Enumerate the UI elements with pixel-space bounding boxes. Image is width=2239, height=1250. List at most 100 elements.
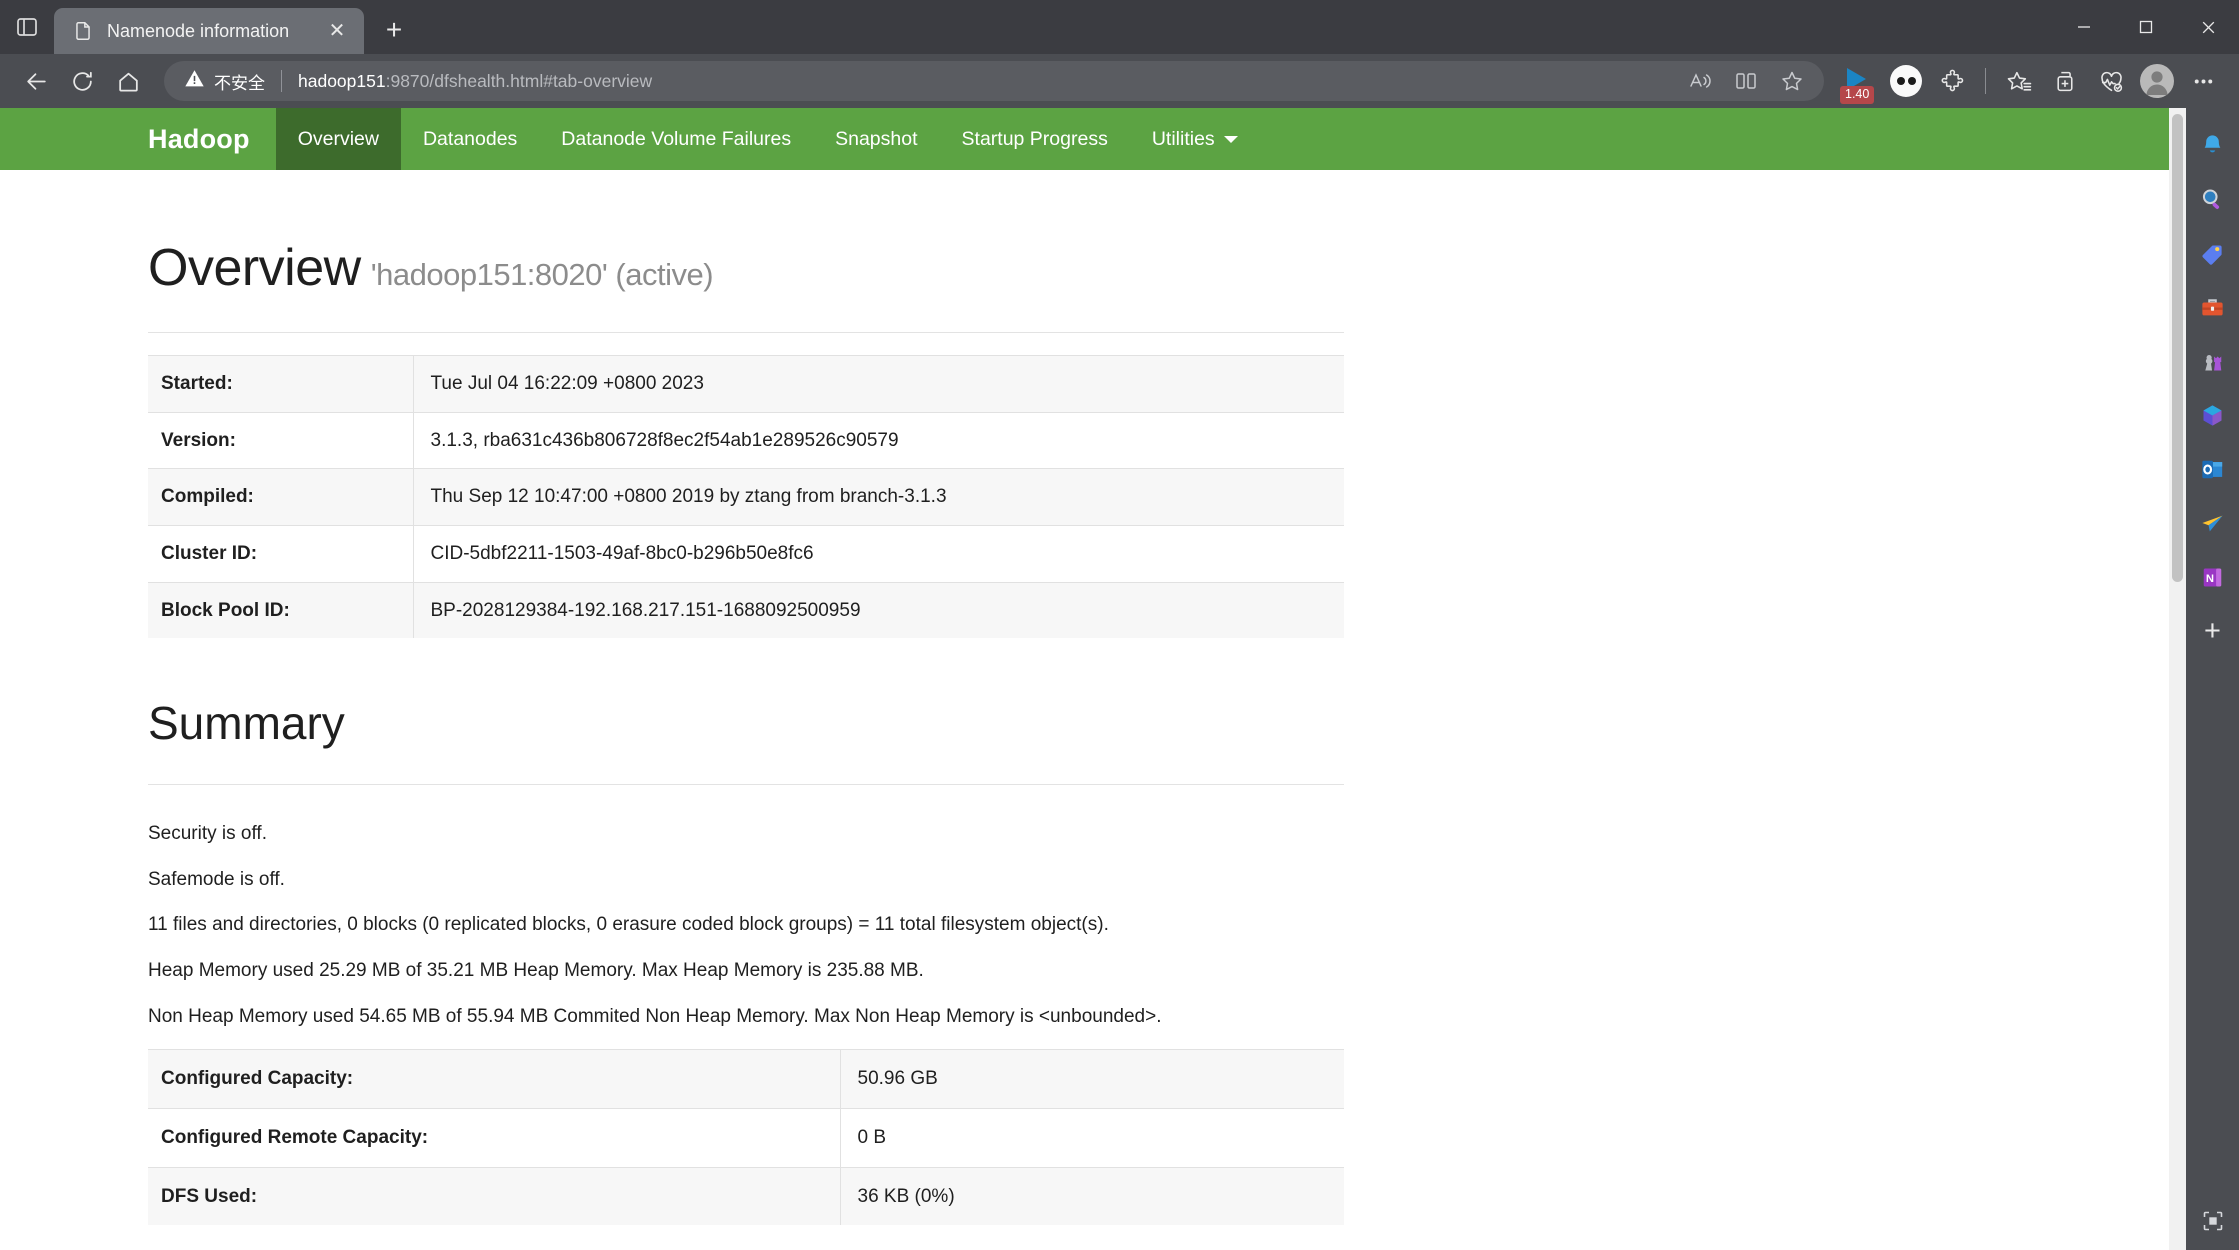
overview-subtitle: 'hadoop151:8020' (active) [370,257,714,292]
avatar [2140,64,2174,98]
nav-item-startup-progress[interactable]: Startup Progress [940,108,1130,170]
close-icon[interactable]: ✕ [322,16,352,46]
media-badge: 1.40 [1840,86,1875,104]
overview-table: Started: Tue Jul 04 16:22:09 +0800 2023 … [148,355,1344,639]
media-play-icon[interactable]: 1.40 [1838,59,1882,104]
summary-lines: Security is off. Safemode is off. 11 fil… [148,821,2186,1029]
onenote-icon[interactable]: N [2192,556,2234,598]
hadoop-navbar: Hadoop Overview Datanodes Datanode Volum… [0,108,2186,170]
back-arrow-icon[interactable] [14,59,58,103]
row-value: BP-2028129384-192.168.217.151-1688092500… [412,581,1344,639]
puzzle-piece-icon[interactable] [1930,59,1974,103]
row-key: Started: [148,355,413,413]
security-label: 不安全 [214,73,265,93]
table-row: Version: 3.1.3, rba631c436b806728f8ec2f5… [148,411,1344,469]
row-value: Thu Sep 12 10:47:00 +0800 2019 by ztang … [412,468,1344,526]
table-row: Cluster ID: CID-5dbf2211-1503-49af-8bc0-… [148,524,1344,583]
summary-line: Safemode is off. [148,868,285,890]
row-value: 50.96 GB [839,1049,1344,1109]
notifications-bell-icon[interactable] [2192,124,2234,166]
edge-sidebar: N + [2186,108,2239,1250]
collections-star-icon[interactable] [1997,59,2041,103]
toolbar-divider [1985,68,1986,94]
page-scrollbar[interactable] [2169,108,2186,1250]
row-value: CID-5dbf2211-1503-49af-8bc0-b296b50e8fc6 [412,524,1344,583]
shopping-tag-icon[interactable] [2192,232,2234,274]
row-key: Compiled: [148,468,413,526]
read-aloud-icon[interactable] [1678,59,1722,103]
row-value: Tue Jul 04 16:22:09 +0800 2023 [412,355,1344,413]
extension-dots-icon[interactable] [1884,59,1928,103]
microsoft365-icon[interactable] [2192,394,2234,436]
url-path: :9870/dfshealth.html#tab-overview [385,70,653,91]
outlook-icon[interactable] [2192,448,2234,490]
star-icon[interactable] [1770,59,1814,103]
url-host: hadoop151 [298,70,386,91]
utilities-label: Utilities [1151,127,1215,150]
summary-title: Summary [148,697,345,750]
browser-essentials-icon[interactable] [2089,59,2133,103]
send-share-icon[interactable] [2192,502,2234,544]
minimize-button[interactable] [2053,0,2115,54]
table-row: Configured Remote Capacity: 0 B [148,1108,1344,1168]
row-key: Block Pool ID: [148,581,413,639]
page-title: Overview 'hadoop151:8020' (active) [148,238,2186,298]
customize-sidebar-icon[interactable] [2192,1200,2234,1242]
games-chess-icon[interactable] [2192,340,2234,382]
table-row: Configured Capacity: 50.96 GB [148,1049,1344,1109]
tab-actions-icon[interactable] [0,0,54,54]
summary-line: Security is off. [148,823,267,845]
table-row: Compiled: Thu Sep 12 10:47:00 +0800 2019… [148,468,1344,526]
page-content: Overview 'hadoop151:8020' (active) Starte… [0,238,2186,1226]
url-text[interactable]: hadoop151:9870/dfshealth.html#tab-overvi… [298,71,1678,92]
nav-item-overview[interactable]: Overview [275,108,401,170]
more-ellipsis-icon[interactable] [2181,59,2225,103]
table-row: Started: Tue Jul 04 16:22:09 +0800 2023 [148,355,1344,413]
add-to-collections-icon[interactable] [2043,59,2087,103]
table-row: Block Pool ID: BP-2028129384-192.168.217… [148,581,1344,639]
nav-item-utilities[interactable]: Utilities [1130,108,1260,170]
summary-line: 11 files and directories, 0 blocks (0 re… [148,914,1109,936]
security-warning[interactable]: 不安全 [184,68,265,94]
maximize-button[interactable] [2115,0,2177,54]
browser-window: Namenode information ✕ + 不安全 hadoop151:9… [0,0,2239,1250]
new-tab-button[interactable]: + [372,8,416,52]
row-key: DFS Used: [148,1166,840,1226]
table-row: DFS Used: 36 KB (0%) [148,1166,1344,1226]
warning-icon [184,68,205,94]
window-controls [2053,0,2239,54]
row-key: Configured Capacity: [148,1049,840,1109]
search-magnifier-icon[interactable] [2192,178,2234,220]
row-key: Configured Remote Capacity: [148,1108,840,1168]
capacity-table: Configured Capacity: 50.96 GB Configured… [148,1049,1344,1226]
nav-item-datanodes[interactable]: Datanodes [401,108,539,170]
close-window-button[interactable] [2177,0,2239,54]
title-divider [148,332,1344,333]
tab-strip: Namenode information ✕ + [0,0,2239,54]
row-key: Version: [148,411,413,469]
page-viewport: Hadoop Overview Datanodes Datanode Volum… [0,108,2186,1250]
svg-text:N: N [2206,573,2214,585]
summary-line: Non Heap Memory used 54.65 MB of 55.94 M… [148,1005,1162,1027]
nav-item-datanode-volume-failures[interactable]: Datanode Volume Failures [539,108,813,170]
summary-line: Heap Memory used 25.29 MB of 35.21 MB He… [148,960,924,982]
refresh-icon[interactable] [60,59,104,103]
row-key: Cluster ID: [148,524,413,583]
tools-briefcase-icon[interactable] [2192,286,2234,328]
browser-toolbar: 不安全 hadoop151:9870/dfshealth.html#tab-ov… [0,54,2239,108]
hadoop-brand[interactable]: Hadoop [148,108,276,170]
chevron-down-icon [1223,135,1238,143]
address-bar[interactable]: 不安全 hadoop151:9870/dfshealth.html#tab-ov… [164,61,1824,101]
row-value: 3.1.3, rba631c436b806728f8ec2f54ab1e2895… [412,411,1344,469]
browser-tab[interactable]: Namenode information ✕ [54,8,364,54]
scrollbar-thumb[interactable] [2172,114,2183,582]
overview-title: Overview [148,239,361,297]
page-icon [72,20,94,42]
row-value: 36 KB (0%) [839,1166,1344,1226]
split-screen-icon[interactable] [1724,59,1768,103]
nav-item-snapshot[interactable]: Snapshot [813,108,939,170]
home-icon[interactable] [106,59,150,103]
omnibox-actions [1678,59,1814,103]
profile-avatar-icon[interactable] [2135,59,2179,103]
add-sidebar-app-button[interactable]: + [2192,610,2234,652]
